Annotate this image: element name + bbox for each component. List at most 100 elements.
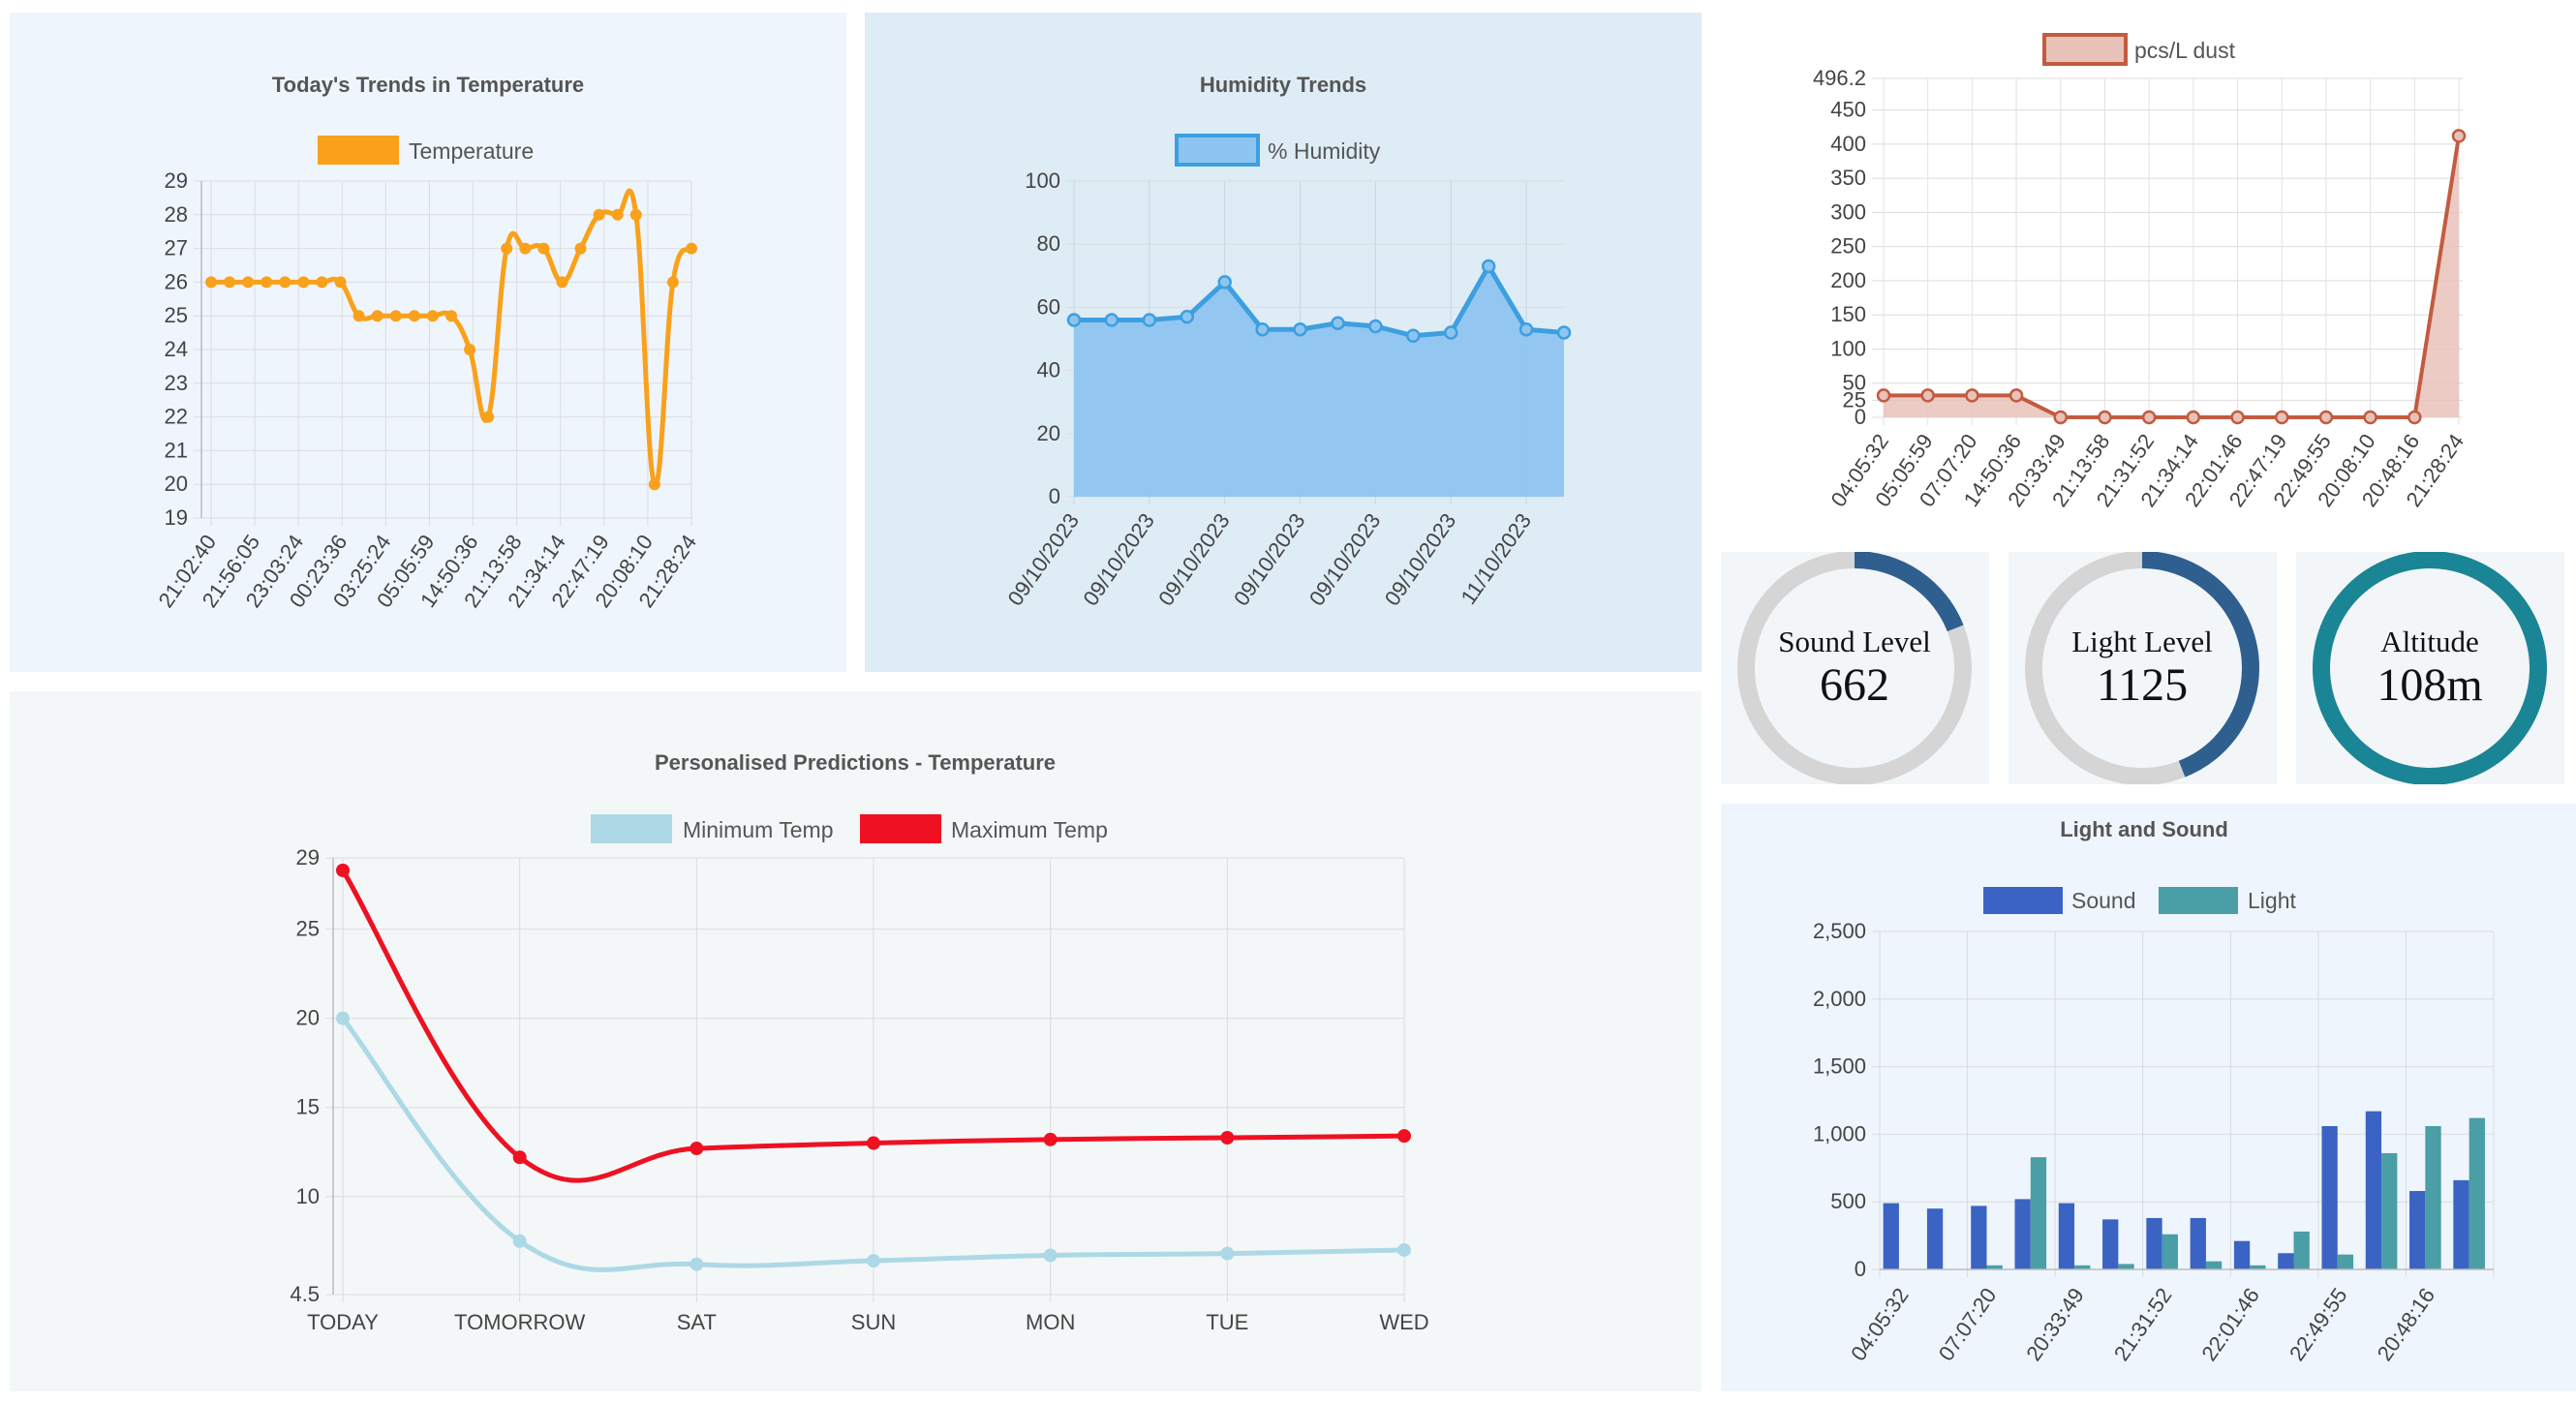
humidity-legend-label: % Humidity bbox=[1268, 138, 1381, 164]
sound-bar bbox=[2233, 1240, 2251, 1269]
temperature-point bbox=[629, 208, 642, 221]
temperature-point bbox=[519, 242, 532, 255]
humidity-x-tick: 09/10/2023 bbox=[1153, 509, 1235, 611]
dust-legend-swatch bbox=[2042, 33, 2128, 66]
dust-point bbox=[2363, 410, 2377, 425]
sound-bar bbox=[2278, 1253, 2294, 1269]
sound-gauge-label: Sound Level bbox=[1778, 625, 1931, 658]
temperature-y-tick: 25 bbox=[165, 303, 188, 327]
light-sound-panel: Light and Sound Sound Light 0 500 1,000 1,5… bbox=[1721, 804, 2576, 1391]
sound-legend-swatch bbox=[1983, 887, 2063, 914]
predictions-y-tick: 4.5 bbox=[290, 1282, 320, 1306]
humidity-chart-title: Humidity Trends bbox=[1200, 73, 1366, 97]
dust-point bbox=[2098, 410, 2112, 425]
light-gauge: Light Level 1125 bbox=[2025, 551, 2259, 785]
max-temp-point bbox=[1220, 1131, 1235, 1145]
humidity-y-tick: 100 bbox=[1025, 168, 1060, 193]
temperature-panel: Today's Trends in Temperature Temperatur… bbox=[10, 13, 846, 672]
humidity-x-tick: 09/10/2023 bbox=[1002, 509, 1084, 611]
min-temp-legend-swatch bbox=[591, 814, 672, 843]
temperature-y-tick: 19 bbox=[165, 505, 188, 530]
predictions-y-tick: 15 bbox=[296, 1095, 320, 1119]
dust-legend-label: pcs/L dust bbox=[2134, 38, 2236, 63]
humidity-point bbox=[1255, 321, 1270, 337]
light-sound-x-tick: 21:31:52 bbox=[2109, 1284, 2177, 1365]
sound-bar bbox=[2014, 1199, 2031, 1269]
predictions-y-tick: 10 bbox=[296, 1184, 320, 1208]
humidity-point bbox=[1217, 275, 1232, 290]
temperature-point bbox=[648, 478, 660, 491]
temperature-chart: Today's Trends in Temperature Temperatur… bbox=[153, 73, 701, 612]
temperature-line bbox=[211, 188, 694, 488]
max-temp-point bbox=[336, 863, 350, 877]
max-temp-point bbox=[690, 1142, 704, 1156]
dust-y-tick: 200 bbox=[1830, 268, 1866, 292]
altitude-gauge: Altitude 108m bbox=[2313, 551, 2547, 785]
dust-y-tick: 300 bbox=[1830, 199, 1866, 224]
light-sound-y-tick: 2,000 bbox=[1813, 987, 1866, 1011]
humidity-y-tick: 0 bbox=[1049, 484, 1060, 508]
temperature-point bbox=[279, 276, 291, 289]
temperature-y-tick: 28 bbox=[165, 202, 188, 227]
light-sound-chart: Light and Sound Sound Light 0 500 1,000 1,5… bbox=[1813, 817, 2495, 1365]
sound-bar bbox=[1926, 1208, 1944, 1269]
altitude-gauge-panel: Altitude 108m bbox=[2296, 551, 2564, 785]
humidity-x-tick: 09/10/2023 bbox=[1380, 509, 1461, 611]
light-sound-y-tick: 0 bbox=[1855, 1257, 1866, 1281]
dust-point bbox=[2141, 410, 2157, 425]
temperature-legend-label: Temperature bbox=[409, 138, 534, 164]
humidity-chart: Humidity Trends % Humidity 0 20 40 60 80 100 0… bbox=[1002, 73, 1572, 611]
light-sound-x-tick: 07:07:20 bbox=[1934, 1284, 2002, 1365]
predictions-y-tick: 20 bbox=[296, 1006, 320, 1030]
temperature-point bbox=[371, 310, 383, 322]
temperature-point bbox=[426, 310, 439, 322]
temperature-y-tick: 27 bbox=[165, 236, 188, 260]
temperature-y-tick: 23 bbox=[165, 371, 188, 395]
humidity-x-tick: 11/10/2023 bbox=[1456, 509, 1536, 609]
light-legend-label: Light bbox=[2248, 888, 2296, 913]
dust-panel: pcs/L dust 0 25 50 100 150 200 250 300 350 400 450… bbox=[1721, 13, 2576, 545]
dust-chart: pcs/L dust 02550100150200250300350400450… bbox=[1813, 33, 2469, 511]
dust-y-tick: 100 bbox=[1830, 336, 1866, 360]
sound-bar bbox=[2102, 1219, 2119, 1269]
dust-y-tick: 400 bbox=[1830, 132, 1866, 156]
max-temp-point bbox=[512, 1150, 527, 1165]
sound-bar bbox=[2365, 1111, 2382, 1269]
light-sound-y-tick: 1,500 bbox=[1813, 1054, 1866, 1079]
sound-bar bbox=[2409, 1191, 2426, 1269]
dust-point bbox=[2407, 410, 2422, 425]
humidity-y-tick: 20 bbox=[1037, 421, 1060, 445]
altitude-gauge-label: Altitude bbox=[2380, 625, 2479, 658]
humidity-x-tick: 09/10/2023 bbox=[1304, 509, 1386, 611]
temperature-point bbox=[297, 276, 310, 289]
temperature-point bbox=[316, 276, 328, 289]
sound-bar bbox=[2146, 1217, 2162, 1269]
temperature-y-tick: 20 bbox=[165, 472, 188, 496]
light-sound-y-tick: 500 bbox=[1830, 1189, 1866, 1213]
light-bar bbox=[2162, 1234, 2178, 1269]
humidity-x-tick: 09/10/2023 bbox=[1229, 509, 1310, 611]
sound-bar bbox=[2321, 1126, 2338, 1269]
light-bar bbox=[2205, 1261, 2223, 1269]
temperature-point bbox=[445, 310, 457, 322]
min-temp-point bbox=[1043, 1248, 1058, 1263]
dust-y-tick: 496.2 bbox=[1813, 66, 1866, 90]
max-temp-point bbox=[1043, 1132, 1058, 1146]
sound-legend-label: Sound bbox=[2071, 888, 2136, 913]
light-bar bbox=[2030, 1157, 2047, 1269]
min-temp-point bbox=[1220, 1246, 1235, 1261]
temperature-y-tick: 24 bbox=[165, 337, 188, 361]
altitude-gauge-value: 108m bbox=[2377, 659, 2482, 711]
predictions-x-tick: SAT bbox=[677, 1310, 717, 1334]
light-gauge-panel: Light Level 1125 bbox=[2009, 551, 2277, 785]
humidity-point bbox=[1556, 325, 1572, 340]
sound-bar bbox=[2453, 1179, 2469, 1269]
light-sound-y-tick: 2,500 bbox=[1813, 919, 1866, 943]
temperature-point bbox=[482, 411, 495, 423]
temperature-point bbox=[408, 310, 420, 322]
light-gauge-label: Light Level bbox=[2071, 625, 2212, 658]
sound-bar bbox=[2190, 1217, 2206, 1269]
humidity-point bbox=[1406, 328, 1421, 343]
humidity-point bbox=[1331, 316, 1345, 330]
humidity-point bbox=[1481, 259, 1496, 274]
